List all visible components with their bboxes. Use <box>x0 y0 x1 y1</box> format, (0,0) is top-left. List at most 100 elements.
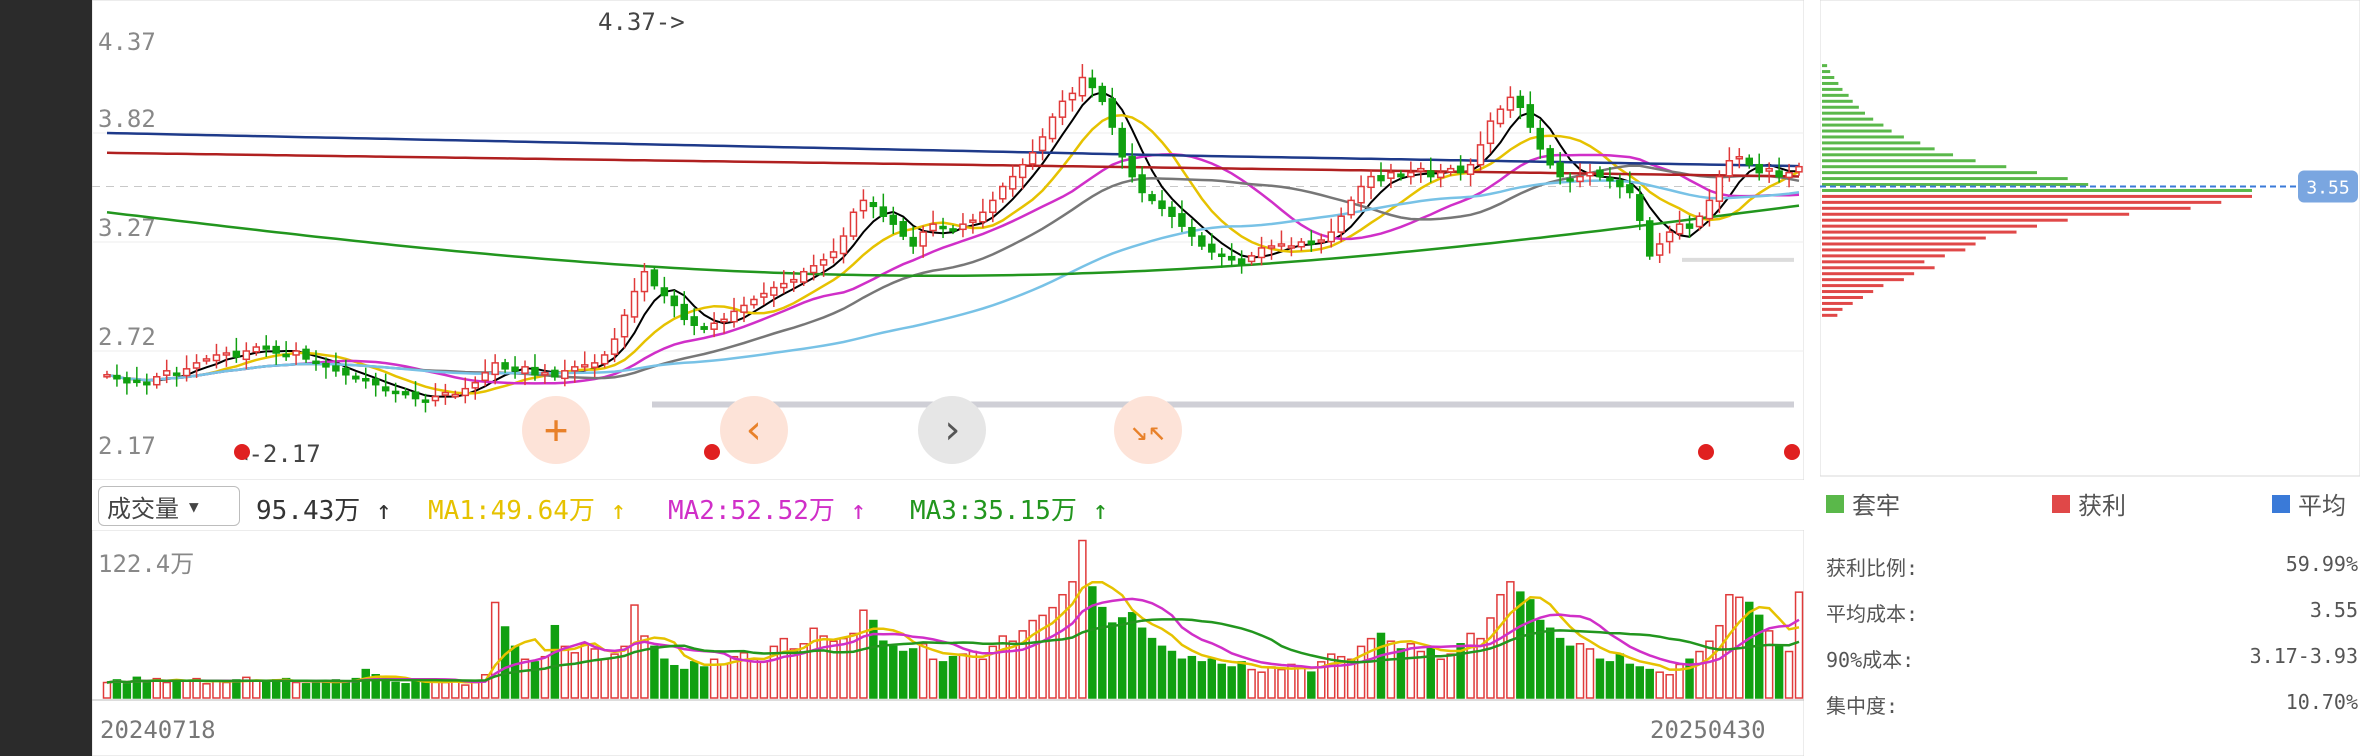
indicator-select-label: 成交量 <box>107 494 179 523</box>
candle <box>381 386 390 392</box>
candle <box>511 366 519 372</box>
chip-bar-profit <box>1822 260 1925 264</box>
indicator-select[interactable]: 成交量 ▼ <box>98 486 240 526</box>
candle <box>1028 152 1037 165</box>
candle <box>1705 199 1714 220</box>
candle <box>1168 206 1176 217</box>
candle <box>590 362 599 369</box>
stat-profit-ratio-value: 59.99% <box>2285 552 2358 576</box>
chip-bar-profit <box>1822 254 1945 258</box>
candle <box>1108 98 1116 128</box>
candle <box>889 214 898 225</box>
candle <box>262 345 270 350</box>
volume-bar <box>1466 632 1475 699</box>
signal-dot-0 <box>234 444 250 460</box>
left-sidebar <box>0 0 92 756</box>
candle <box>929 223 937 232</box>
volume-bar <box>1575 643 1585 699</box>
volume-bar <box>779 637 789 699</box>
candle <box>1188 226 1196 237</box>
volume-bar <box>271 679 281 699</box>
volume-chart[interactable]: 122.4万 <box>92 530 1804 756</box>
volume-bar <box>1705 640 1714 699</box>
volume-bar <box>1645 668 1654 699</box>
volume-bar <box>948 655 958 699</box>
candle <box>1725 159 1734 177</box>
volume-bar <box>699 666 709 699</box>
candle <box>1417 167 1425 172</box>
candle <box>451 393 460 398</box>
candle <box>1695 215 1704 228</box>
chip-bar-profit <box>1822 206 2191 210</box>
volume-bar <box>1376 632 1386 699</box>
volume-bar <box>1476 637 1485 699</box>
volume-bar <box>1227 666 1236 699</box>
volume-bar <box>1078 539 1087 699</box>
volume-bar <box>441 681 450 699</box>
candle <box>312 360 320 365</box>
candle <box>879 206 888 217</box>
candle <box>1755 163 1763 174</box>
volume-bar <box>1277 668 1286 699</box>
candle <box>1516 95 1525 108</box>
volume-bar <box>1137 627 1147 699</box>
candle <box>1546 148 1554 166</box>
volume-bar <box>1635 666 1645 699</box>
volume-bar <box>580 643 589 699</box>
candle <box>849 211 858 237</box>
volume-bar <box>361 668 370 699</box>
candle <box>1506 96 1515 111</box>
candle <box>481 372 489 382</box>
chip-bar-profit <box>1822 248 1966 252</box>
chip-bar-trapped <box>1822 76 1835 80</box>
indicator-bar: 成交量 ▼ 95.43万 ↑ MA1:49.64万 ↑ MA2:52.52万 ↑… <box>92 482 1804 530</box>
volume-bar <box>1207 658 1217 699</box>
volume-bar <box>172 679 181 699</box>
ma-line-ma30 <box>106 164 1800 382</box>
volume-bar <box>321 681 331 699</box>
candle <box>1765 167 1773 172</box>
zoom-fit-button[interactable]: ↘↖ <box>1114 396 1182 464</box>
volume-bar <box>829 640 838 699</box>
prev-button[interactable]: ‹ <box>720 396 788 464</box>
next-button[interactable]: › <box>918 396 986 464</box>
volume-bar <box>998 635 1007 699</box>
volume-bar <box>1406 643 1416 699</box>
volume-bar <box>222 681 231 699</box>
candle <box>1357 185 1365 204</box>
candle <box>1068 92 1077 101</box>
candle <box>431 395 440 402</box>
candle <box>700 326 708 330</box>
candle <box>1347 199 1355 216</box>
ma-line-ma20 <box>106 153 1800 385</box>
candle <box>959 223 967 231</box>
volume-bar <box>859 609 868 699</box>
candle <box>909 236 917 247</box>
volume-bar <box>590 648 599 699</box>
date-end: 20250430 <box>1650 716 1766 744</box>
candle <box>202 358 211 362</box>
candle <box>1247 255 1256 263</box>
legend-profit-label: 获利 <box>2078 492 2126 520</box>
candle <box>1377 175 1385 182</box>
candle <box>421 399 430 403</box>
candle <box>1556 162 1564 178</box>
candle <box>819 259 828 266</box>
candle <box>1237 258 1246 265</box>
chip-bar-profit <box>1822 278 1904 282</box>
candle <box>133 379 141 384</box>
candle <box>720 318 728 323</box>
volume-bar <box>421 681 430 699</box>
legend-profit: 获利 <box>2052 486 2126 521</box>
candle <box>939 225 947 230</box>
candle <box>1486 120 1495 145</box>
chip-bars <box>1820 0 2360 477</box>
candle <box>1078 76 1087 97</box>
volume-bar <box>680 668 689 699</box>
volume-bar <box>1307 671 1316 699</box>
volume-value: 95.43万 ↑ <box>256 496 392 526</box>
volume-bar <box>252 680 261 699</box>
chip-bar-trapped <box>1822 64 1828 68</box>
zoom-in-button[interactable]: + <box>522 396 590 464</box>
chip-bar-trapped <box>1822 171 2037 175</box>
